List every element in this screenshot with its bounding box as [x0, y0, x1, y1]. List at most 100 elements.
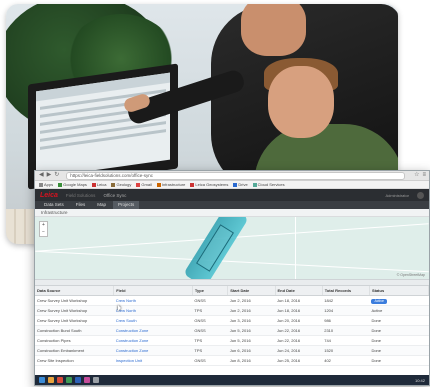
tab-map[interactable]: Map: [92, 201, 111, 209]
table-row[interactable]: Crew Survey Unit Workshop Crew North TPS…: [35, 305, 429, 316]
bookmarks-bar: Apps Google Maps Leica Geology Gmail Inf…: [35, 181, 429, 189]
mouse-cursor-icon: [118, 305, 121, 311]
table-row[interactable]: Crew Survey Unit Workshop Crew South GNS…: [35, 315, 429, 326]
table-cell-link[interactable]: Construction Zone: [113, 335, 193, 346]
table-cell-link[interactable]: Construction Zone: [113, 325, 193, 336]
column-header[interactable]: Type: [192, 286, 229, 296]
column-header[interactable]: Field: [113, 286, 193, 296]
map-view[interactable]: + − © OpenStreetMap: [35, 217, 429, 279]
table-cell: Jun 3, 2016: [227, 315, 275, 326]
document-icon[interactable]: [75, 377, 81, 383]
table-cell: Active: [369, 305, 429, 316]
bookmark-item[interactable]: Apps: [39, 182, 53, 187]
table-cell-link[interactable]: Crew North: [113, 305, 193, 316]
bookmark-item[interactable]: Drive: [233, 182, 248, 187]
bookmark-item[interactable]: Cloud Services: [252, 182, 285, 187]
bookmark-item[interactable]: Gmail: [136, 182, 152, 187]
star-icon[interactable]: ☆: [414, 171, 419, 180]
table-cell: Construction Bund South: [35, 325, 114, 336]
table-cell: GNSS: [192, 315, 228, 326]
forward-icon[interactable]: ▶: [47, 171, 52, 180]
table-cell: Jun 24, 2016: [275, 345, 323, 356]
table-cell: 1842: [322, 295, 370, 306]
table-cell-link[interactable]: Crew North: [113, 295, 193, 306]
avatar[interactable]: [417, 191, 424, 199]
table-cell: Jun 18, 2016: [275, 295, 323, 306]
bookmark-item[interactable]: Leica Geosystems: [190, 182, 228, 187]
table-cell: Jun 2, 2016: [227, 295, 275, 306]
panel-divider[interactable]: [35, 279, 429, 286]
table-cell: TPS: [192, 335, 228, 346]
table-cell: Jun 20, 2016: [275, 315, 323, 326]
data-table: Data Source Field Type Start Date End Da…: [35, 286, 429, 366]
url-input[interactable]: https://leica-fieldsolutions.com/office-…: [66, 171, 406, 180]
table-cell: Jun 22, 2016: [275, 325, 323, 336]
table-cell: Done: [369, 345, 429, 356]
browser-window: ◀ ▶ ↻ https://leica-fieldsolutions.com/o…: [34, 170, 430, 386]
bookmark-item[interactable]: Leica: [91, 182, 106, 187]
bookmark-item[interactable]: Google Maps: [58, 182, 87, 187]
browser-icon[interactable]: [57, 377, 63, 383]
tab-projects[interactable]: Projects: [113, 201, 140, 209]
table-row[interactable]: Construction Embankment Construction Zon…: [35, 345, 429, 356]
column-header[interactable]: Total Records: [322, 286, 370, 296]
table-cell: Jun 5, 2016: [227, 335, 275, 346]
table-cell: TPS: [192, 305, 228, 316]
table-cell: Jun 8, 2016: [227, 355, 275, 366]
table-row[interactable]: Construction Pipes Construction Zone TPS…: [35, 335, 429, 346]
spreadsheet-icon[interactable]: [66, 377, 72, 383]
table-cell: 744: [322, 335, 370, 346]
table-row[interactable]: Crew Site Inspection Inspection Unit GNS…: [35, 355, 429, 366]
clock: 10:42: [414, 377, 425, 383]
app-subtitle: Field Solutions: [65, 192, 96, 198]
table-cell: 1520: [322, 345, 370, 356]
app-tabs: Data Sets Files Map Projects: [35, 201, 429, 209]
back-icon[interactable]: ◀: [39, 171, 44, 180]
table-cell: Jun 22, 2016: [275, 335, 323, 346]
bookmark-item[interactable]: Geology: [111, 182, 131, 187]
app-header: Leica Field Solutions Office Sync Admini…: [35, 189, 429, 201]
column-header[interactable]: Start Date: [227, 286, 276, 296]
table-cell: Done: [369, 325, 429, 336]
table-cell: Crew Survey Unit Workshop: [35, 305, 114, 316]
table-cell: Jun 18, 2016: [275, 305, 323, 316]
user-name[interactable]: Administrator: [385, 193, 409, 198]
table-cell: Done: [369, 355, 429, 366]
table-cell: GNSS: [192, 355, 228, 366]
zoom-control[interactable]: + −: [39, 221, 48, 237]
table-cell: Jun 2, 2016: [227, 305, 275, 316]
menu-icon[interactable]: ≡: [422, 171, 426, 180]
breadcrumb: Infrastructure: [35, 209, 429, 217]
start-icon[interactable]: [39, 377, 45, 383]
column-header[interactable]: Data Source: [35, 286, 115, 296]
table-cell: 986: [322, 315, 370, 326]
status-cell: Active: [369, 295, 429, 306]
os-taskbar: 10:42: [35, 375, 429, 385]
app-title: Office Sync: [103, 192, 127, 198]
table-cell-link[interactable]: Crew South: [113, 315, 193, 326]
bookmark-item[interactable]: Infrastructure: [156, 182, 185, 187]
table-cell: Construction Embankment: [35, 345, 114, 356]
table-cell: Jun 6, 2016: [227, 345, 275, 356]
table-cell-link[interactable]: Construction Zone: [113, 345, 193, 356]
table-row[interactable]: Crew Survey Unit Workshop Crew North GNS…: [35, 295, 429, 306]
status-badge: Active: [371, 298, 387, 304]
table-cell-link[interactable]: Inspection Unit: [113, 355, 193, 366]
leica-logo: Leica: [40, 191, 58, 199]
column-header[interactable]: End Date: [275, 286, 323, 296]
table-cell: GNSS: [192, 325, 228, 336]
browser-toolbar: ◀ ▶ ↻ https://leica-fieldsolutions.com/o…: [35, 171, 429, 181]
table-row[interactable]: Construction Bund South Construction Zon…: [35, 325, 429, 336]
table-cell: Construction Pipes: [35, 335, 114, 346]
tab-data-sets[interactable]: Data Sets: [39, 201, 69, 209]
app-icon[interactable]: [84, 377, 90, 383]
map-attribution: © OpenStreetMap: [396, 273, 425, 277]
table-cell: Jun 25, 2016: [275, 355, 323, 366]
reload-icon[interactable]: ↻: [54, 171, 59, 180]
folder-icon[interactable]: [48, 377, 54, 383]
tab-files[interactable]: Files: [71, 201, 91, 209]
table-cell: Crew Survey Unit Workshop: [35, 295, 114, 306]
table-cell: Done: [369, 315, 429, 326]
column-header[interactable]: Status: [369, 286, 429, 296]
settings-icon[interactable]: [93, 377, 99, 383]
